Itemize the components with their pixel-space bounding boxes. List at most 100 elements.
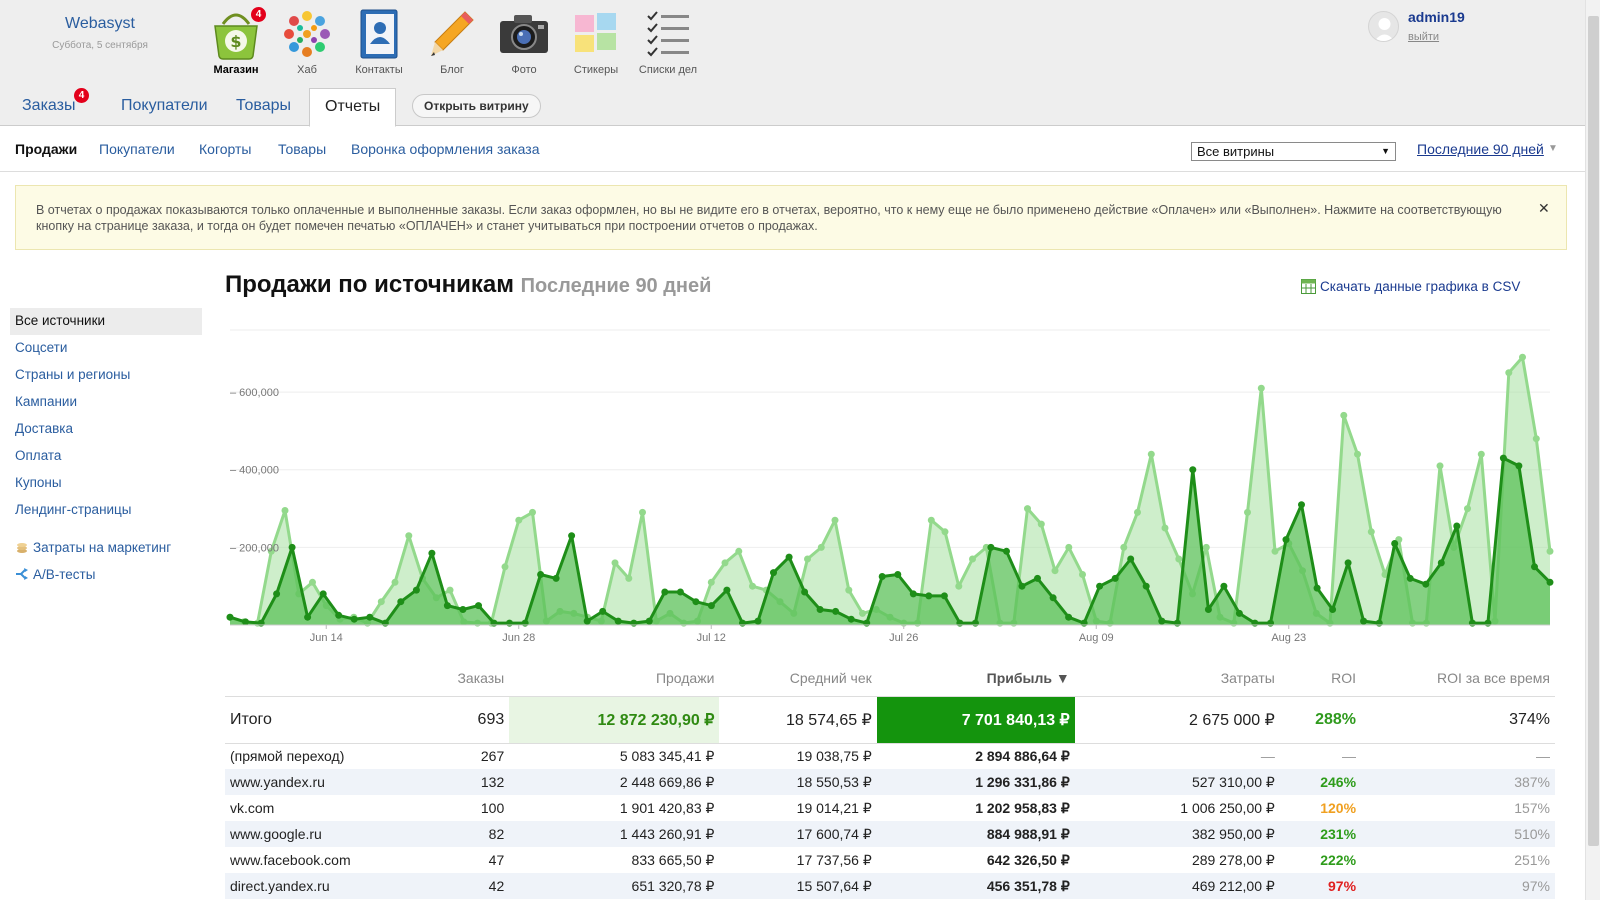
series-light-point <box>1367 528 1375 536</box>
series-light-point <box>859 609 866 617</box>
column-header-average[interactable]: Средний чек <box>719 660 876 696</box>
series-light-point <box>1244 508 1251 516</box>
open-storefront-button[interactable]: Открыть витрину <box>412 94 541 118</box>
cell-source[interactable]: www.yandex.ru <box>225 769 363 795</box>
column-header-orders[interactable]: Заказы <box>362 660 509 696</box>
account-name[interactable]: Webasyst <box>40 15 160 33</box>
table-row[interactable]: vk.com 100 1 901 420,83 ₽ 19 014,21 ₽ 1 202 … <box>225 795 1555 821</box>
app-label: Списки дел <box>638 64 698 76</box>
series-dark-point <box>1484 619 1492 627</box>
subnav-cohorts[interactable]: Когорты <box>199 141 251 157</box>
column-header-profit[interactable]: Прибыль ▼ <box>877 660 1075 696</box>
cell-roi: 246% <box>1279 769 1362 795</box>
user-name[interactable]: admin19 <box>1408 9 1465 25</box>
cell-source[interactable]: vk.com <box>225 795 362 821</box>
cell-roi-all: — <box>1536 748 1550 765</box>
scrollbar[interactable] <box>1585 0 1600 900</box>
cell-profit: 456 351,78 ₽ <box>876 873 1075 899</box>
avatar[interactable] <box>1368 11 1399 42</box>
tab-products[interactable]: Товары <box>221 88 306 126</box>
cell-roi-all: 510% <box>1361 821 1555 847</box>
scrollbar-thumb[interactable] <box>1588 16 1599 846</box>
app-photos[interactable]: Фото <box>489 6 559 76</box>
contacts-icon <box>351 6 407 62</box>
subnav-products[interactable]: Товары <box>278 141 326 157</box>
series-light-point <box>1161 524 1169 532</box>
series-dark-point <box>925 592 933 600</box>
series-dark-point <box>506 619 513 627</box>
table-row[interactable]: (прямой переход) 267 5 083 345,41 ₽ 19 038,… <box>225 743 1555 769</box>
column-header-costs[interactable]: Затраты <box>1075 660 1280 696</box>
column-header-roi-all-time[interactable]: ROI за все время <box>1361 660 1555 696</box>
subnav-checkout-funnel[interactable]: Воронка оформления заказа <box>351 141 540 157</box>
cell-profit: 1 202 958,83 ₽ <box>975 799 1070 816</box>
spreadsheet-icon[interactable] <box>1301 279 1316 294</box>
cell-costs: 1 006 250,00 ₽ <box>1180 799 1275 816</box>
series-light-point <box>1340 411 1348 419</box>
cell-profit: 884 988,91 ₽ <box>876 821 1075 847</box>
app-stickies[interactable]: Стикеры <box>561 6 631 76</box>
series-dark-point <box>397 598 405 606</box>
sidebar-item-countries[interactable]: Страны и регионы <box>10 362 202 389</box>
series-light-point <box>1175 555 1183 563</box>
cell-source[interactable]: direct.yandex.ru <box>225 873 363 899</box>
cell-source[interactable]: www.google.ru <box>225 821 363 847</box>
series-light-point <box>377 598 385 606</box>
sidebar-item-social[interactable]: Соцсети <box>10 335 202 362</box>
totals-roi: 288% <box>1279 695 1362 744</box>
series-light-point <box>446 586 454 594</box>
sidebar-item-landing-pages[interactable]: Лендинг-страницы <box>10 497 202 524</box>
sidebar-item-marketing-costs[interactable]: Затраты на маркетинг <box>10 534 202 561</box>
tab-reports[interactable]: Отчеты <box>309 88 397 127</box>
app-hub[interactable]: Хаб <box>272 6 342 76</box>
sidebar-item-all-sources[interactable]: Все источники <box>10 308 202 335</box>
select-value: Все витрины <box>1197 144 1275 159</box>
cell-source[interactable]: www.facebook.com <box>225 847 362 873</box>
series-light-point <box>941 528 949 536</box>
series-light-point <box>639 508 646 516</box>
table-row[interactable]: direct.yandex.ru 42 651 320,78 ₽15 507,64 … <box>225 873 1555 899</box>
series-light-point <box>845 586 853 594</box>
table-row[interactable]: www.facebook.com 47 833 665,50 ₽ 17 737,56 … <box>225 847 1555 873</box>
series-dark-point <box>1422 580 1430 588</box>
subnav-customers[interactable]: Покупатели <box>99 141 175 157</box>
series-dark-point <box>1003 547 1010 555</box>
chevron-down-icon[interactable]: ▼ <box>1548 143 1558 154</box>
app-label: Фото <box>511 64 537 76</box>
column-header-roi[interactable]: ROI <box>1280 660 1361 696</box>
column-header-sales[interactable]: Продажи <box>509 660 719 696</box>
table-row[interactable]: www.google.ru 82 1 443 260,91 ₽17 600,74 ₽… <box>225 821 1555 847</box>
table-row[interactable]: www.yandex.ru 132 2 448 669,86 ₽18 550,53 … <box>225 769 1555 795</box>
sidebar-item-ab-tests[interactable]: А/В-тесты <box>10 561 202 588</box>
series-dark-point <box>894 571 902 578</box>
tab-customers[interactable]: Покупатели <box>106 88 223 126</box>
series-dark-point <box>1235 609 1243 617</box>
series-light-point <box>1271 547 1279 555</box>
subnav-sales[interactable]: Продажи <box>15 141 77 157</box>
x-tick-label: Jun 14 <box>310 632 343 644</box>
sidebar-item-coupons[interactable]: Купоны <box>10 470 202 497</box>
cell-source[interactable]: (прямой переход) <box>225 743 362 769</box>
series-dark-point <box>537 571 545 578</box>
close-icon[interactable]: ✕ <box>1538 200 1550 217</box>
period-selector[interactable]: Последние 90 дней <box>1417 141 1544 157</box>
app-shop[interactable]: $ Магазин 4 <box>201 6 271 76</box>
app-contacts[interactable]: Контакты <box>344 6 414 76</box>
cell-costs: 469 212,00 ₽ <box>1074 873 1280 899</box>
sidebar-item-campaigns[interactable]: Кампании <box>10 389 202 416</box>
sidebar-item-payment[interactable]: Оплата <box>10 443 202 470</box>
app-label: Контакты <box>355 64 403 76</box>
sidebar-item-shipping[interactable]: Доставка <box>10 416 202 443</box>
series-dark-point <box>412 586 420 594</box>
series-dark-point <box>1111 574 1119 582</box>
totals-row: Итого 693 12 872 230,90 ₽ 18 574,65 ₽ 7 … <box>225 695 1555 744</box>
storefront-select[interactable]: Все витрины ▼ <box>1191 142 1396 161</box>
cell-roi-all: 251% <box>1514 852 1550 868</box>
app-blog[interactable]: Блог <box>417 6 487 76</box>
logout-link[interactable]: выйти <box>1408 31 1439 43</box>
app-checklists[interactable]: Списки дел <box>633 6 703 76</box>
download-csv-link[interactable]: Скачать данные графика в CSV <box>1320 279 1520 294</box>
cell-orders: 132 <box>362 769 510 795</box>
series-light-point <box>969 555 976 563</box>
series-dark-point <box>1158 617 1166 625</box>
